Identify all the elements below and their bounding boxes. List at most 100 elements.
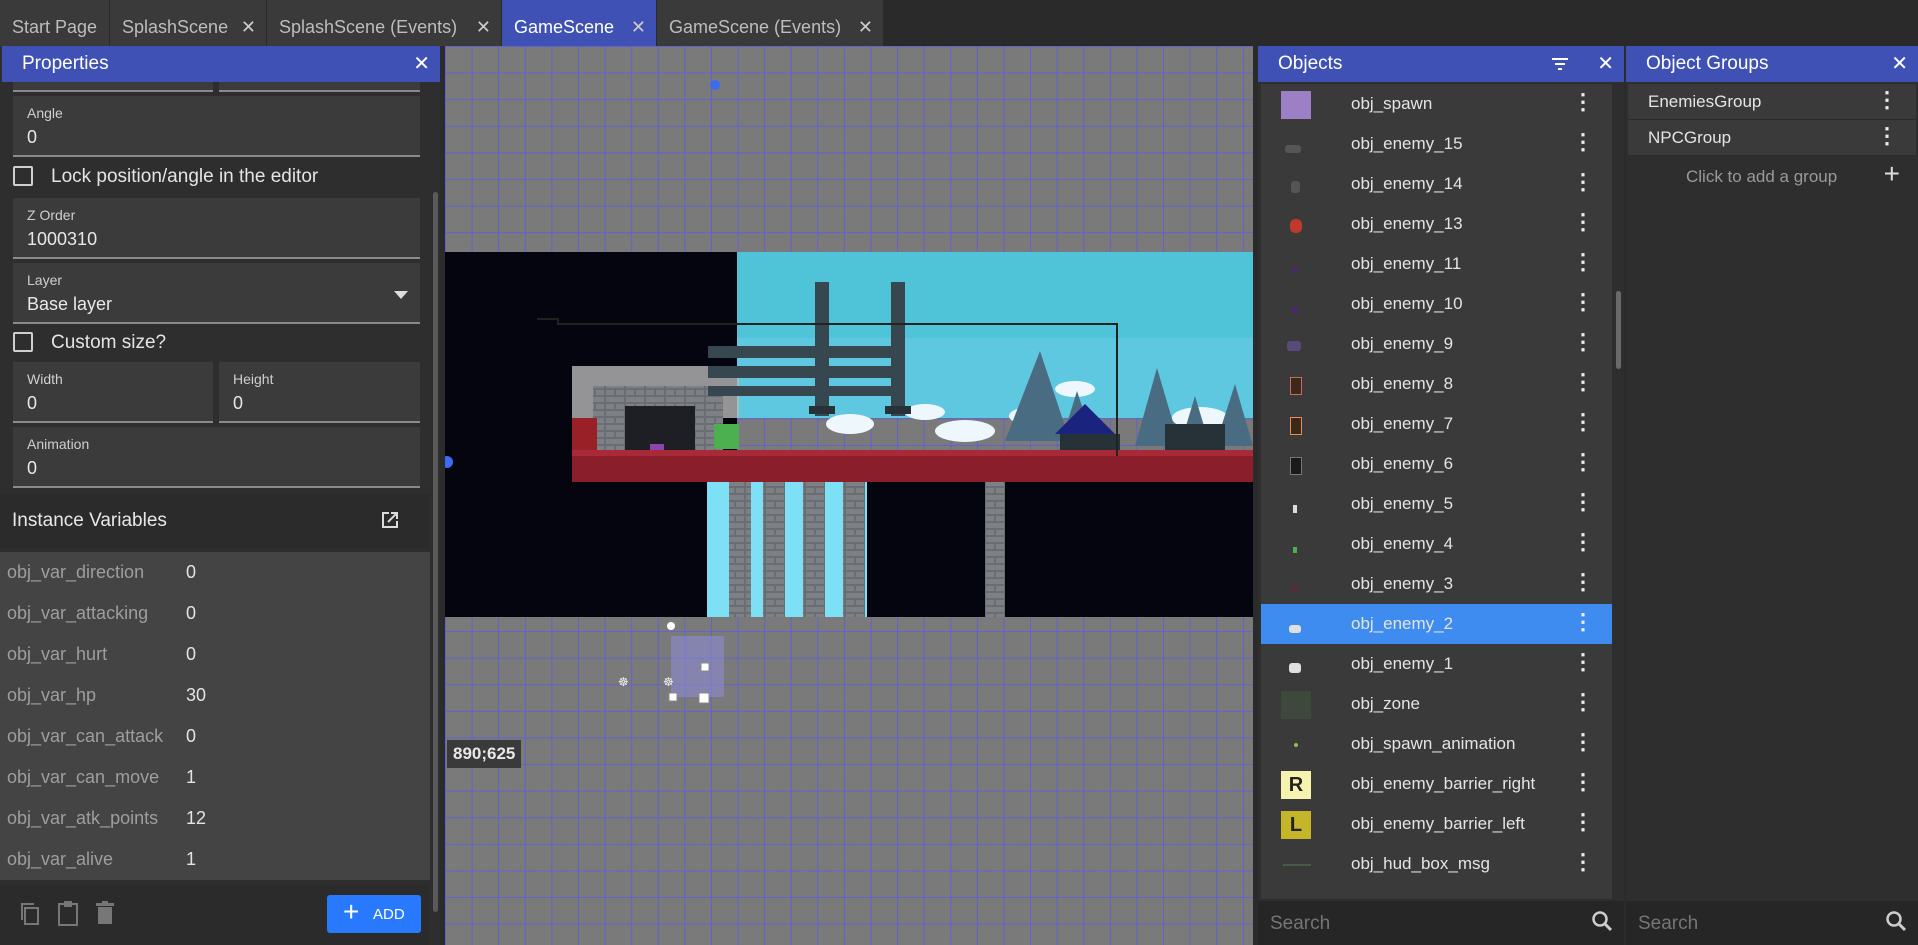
plus-icon[interactable]: + — [1884, 158, 1900, 190]
list-item[interactable] — [1261, 884, 1612, 899]
variable-value[interactable]: 0 — [186, 603, 196, 624]
list-item[interactable]: obj_enemy_9 ⋮ — [1261, 324, 1612, 365]
tab-start-page[interactable]: Start Page — [0, 0, 110, 46]
close-icon[interactable]: ✕ — [413, 46, 430, 82]
list-item[interactable]: Lobj_enemy_barrier_left ⋮ — [1261, 804, 1612, 845]
tab-game-scene-events[interactable]: GameScene (Events) ✕ — [657, 0, 884, 46]
list-item[interactable]: obj_spawn_animation ⋮ — [1261, 724, 1612, 765]
more-vert-icon[interactable]: ⋮ — [1572, 609, 1594, 635]
group-item[interactable]: EnemiesGroup ⋮ — [1628, 84, 1916, 120]
objects-search-input[interactable] — [1268, 909, 1572, 939]
checkbox-icon[interactable] — [13, 166, 33, 186]
layer-select[interactable]: Layer Base layer — [13, 263, 420, 324]
group-item[interactable]: NPCGroup ⋮ — [1628, 120, 1916, 156]
close-icon[interactable]: ✕ — [1891, 46, 1908, 82]
height-field[interactable]: Height 0 — [219, 362, 420, 423]
selection-box[interactable] — [671, 636, 724, 697]
list-item[interactable]: obj_hud_box_msg ⋮ — [1261, 844, 1612, 885]
groups-search-input[interactable] — [1636, 909, 1870, 939]
list-item[interactable]: obj_enemy_14 ⋮ — [1261, 164, 1612, 205]
variable-row[interactable]: obj_var_can_move 1 — [0, 757, 430, 798]
variable-row[interactable]: obj_var_alive 1 — [0, 839, 430, 880]
variable-value[interactable]: 0 — [186, 562, 196, 583]
rotation-handle[interactable] — [667, 622, 675, 630]
custom-size-checkbox[interactable]: Custom size? — [13, 332, 413, 356]
open-external-icon[interactable] — [378, 508, 402, 532]
add-button[interactable]: + ADD — [327, 895, 421, 933]
more-vert-icon[interactable]: ⋮ — [1572, 689, 1594, 715]
field-partial-y[interactable] — [219, 82, 420, 92]
more-vert-icon[interactable]: ⋮ — [1572, 249, 1594, 275]
variable-value[interactable]: 1 — [186, 849, 196, 870]
variable-value[interactable]: 30 — [186, 685, 206, 706]
objects-scrollbar[interactable] — [1616, 291, 1621, 369]
more-vert-icon[interactable]: ⋮ — [1572, 369, 1594, 395]
tab-game-scene[interactable]: GameScene ✕ — [502, 0, 657, 46]
more-vert-icon[interactable]: ⋮ — [1572, 649, 1594, 675]
list-item[interactable]: obj_enemy_1 ⋮ — [1261, 644, 1612, 685]
animation-field[interactable]: Animation 0 — [13, 427, 420, 488]
scene-canvas[interactable]: ☸ ☸ 890;625 — [445, 46, 1253, 945]
variable-row[interactable]: obj_var_can_attack 0 — [0, 716, 430, 757]
more-vert-icon[interactable]: ⋮ — [1572, 289, 1594, 315]
variable-value[interactable]: 0 — [186, 644, 196, 665]
filter-icon[interactable] — [1552, 57, 1568, 71]
more-vert-icon[interactable]: ⋮ — [1572, 209, 1594, 235]
more-vert-icon[interactable]: ⋮ — [1572, 489, 1594, 515]
more-vert-icon[interactable]: ⋮ — [1572, 89, 1594, 115]
more-vert-icon[interactable]: ⋮ — [1572, 329, 1594, 355]
more-vert-icon[interactable]: ⋮ — [1876, 87, 1898, 113]
list-item[interactable]: obj_enemy_6 ⋮ — [1261, 444, 1612, 485]
list-item[interactable]: obj_enemy_8 ⋮ — [1261, 364, 1612, 405]
list-item[interactable]: obj_enemy_15 ⋮ — [1261, 124, 1612, 165]
dropdown-arrow-icon[interactable] — [394, 291, 408, 299]
field-partial-x[interactable] — [13, 82, 213, 92]
list-item[interactable]: obj_enemy_3 ⋮ — [1261, 564, 1612, 605]
z-order-field[interactable]: Z Order 1000310 — [13, 198, 420, 259]
width-field[interactable]: Width 0 — [13, 362, 213, 423]
angle-field[interactable]: Angle 0 — [13, 96, 420, 157]
search-icon[interactable] — [1884, 909, 1908, 933]
add-group-row[interactable]: Click to add a group + — [1628, 156, 1916, 194]
tab-splash-scene[interactable]: SplashScene ✕ — [110, 0, 267, 46]
list-item[interactable]: Robj_enemy_barrier_right ⋮ — [1261, 764, 1612, 805]
more-vert-icon[interactable]: ⋮ — [1572, 449, 1594, 475]
variable-value[interactable]: 0 — [186, 726, 196, 747]
list-item[interactable]: obj_enemy_13 ⋮ — [1261, 204, 1612, 245]
variable-row[interactable]: obj_var_hp 30 — [0, 675, 430, 716]
more-vert-icon[interactable]: ⋮ — [1572, 569, 1594, 595]
list-item[interactable]: obj_enemy_5 ⋮ — [1261, 484, 1612, 525]
more-vert-icon[interactable]: ⋮ — [1572, 529, 1594, 555]
tab-splash-scene-events[interactable]: SplashScene (Events) ✕ — [267, 0, 502, 46]
list-item[interactable]: obj_spawn ⋮ — [1261, 84, 1612, 125]
list-item[interactable]: obj_enemy_4 ⋮ — [1261, 524, 1612, 565]
more-vert-icon[interactable]: ⋮ — [1572, 769, 1594, 795]
more-vert-icon[interactable]: ⋮ — [1572, 849, 1594, 875]
copy-icon[interactable] — [18, 901, 42, 927]
more-vert-icon[interactable]: ⋮ — [1572, 409, 1594, 435]
variable-row[interactable]: obj_var_direction 0 — [0, 552, 430, 593]
more-vert-icon[interactable]: ⋮ — [1572, 129, 1594, 155]
search-icon[interactable] — [1590, 909, 1614, 933]
checkbox-icon[interactable] — [13, 332, 33, 352]
variable-value[interactable]: 1 — [186, 767, 196, 788]
lock-checkbox[interactable]: Lock position/angle in the editor — [13, 166, 413, 190]
list-item[interactable]: obj_enemy_11 ⋮ — [1261, 244, 1612, 285]
more-vert-icon[interactable]: ⋮ — [1572, 729, 1594, 755]
more-vert-icon[interactable]: ⋮ — [1572, 809, 1594, 835]
paste-icon[interactable] — [56, 899, 80, 927]
delete-icon[interactable] — [95, 901, 115, 925]
variable-value[interactable]: 12 — [186, 808, 206, 829]
variable-row[interactable]: obj_var_hurt 0 — [0, 634, 430, 675]
list-item[interactable]: obj_zone ⋮ — [1261, 684, 1612, 725]
list-item[interactable]: obj_enemy_10 ⋮ — [1261, 284, 1612, 325]
variable-row[interactable]: obj_var_atk_points 12 — [0, 798, 430, 839]
variable-row[interactable]: obj_var_attacking 0 — [0, 593, 430, 634]
more-vert-icon[interactable]: ⋮ — [1876, 123, 1898, 149]
more-vert-icon[interactable]: ⋮ — [1572, 169, 1594, 195]
list-item[interactable]: obj_enemy_7 ⋮ — [1261, 404, 1612, 445]
properties-scrollbar[interactable] — [433, 192, 438, 912]
close-icon[interactable]: ✕ — [1597, 46, 1614, 82]
resize-handle[interactable] — [698, 692, 710, 704]
list-item[interactable]: obj_enemy_2 ⋮ — [1261, 604, 1612, 645]
